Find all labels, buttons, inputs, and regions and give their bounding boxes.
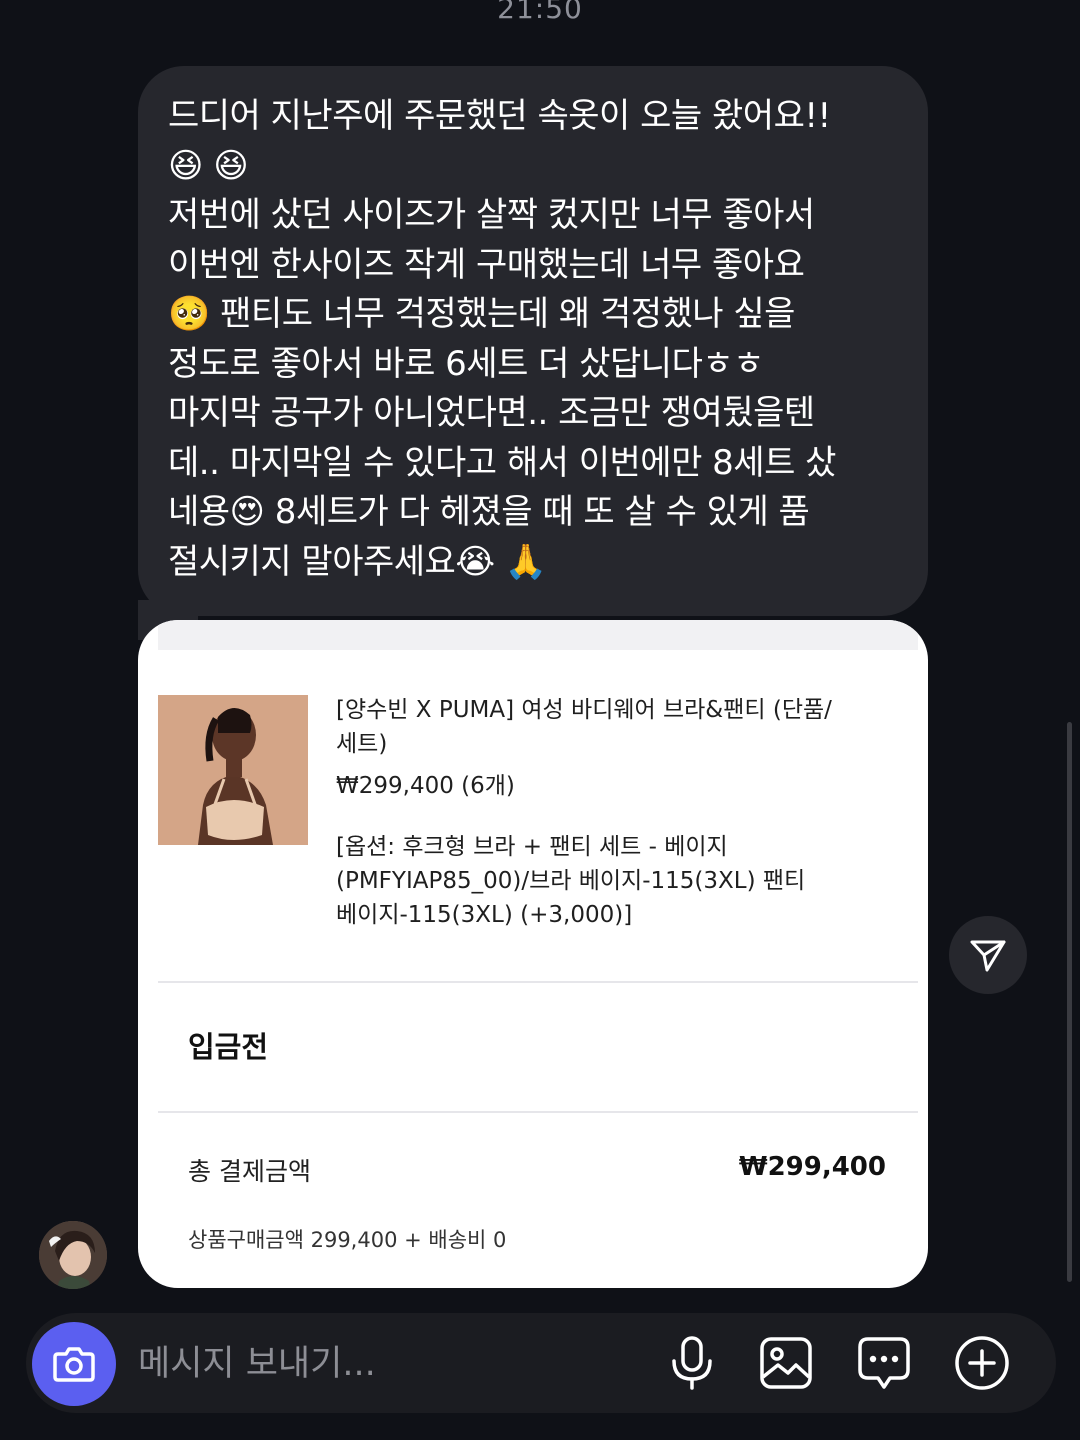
image-icon [760, 1337, 812, 1389]
camera-button[interactable] [32, 1322, 116, 1406]
paper-plane-icon [970, 940, 1006, 972]
avatar[interactable] [39, 1221, 107, 1289]
message-text: 드디어 지난주에 주문했던 속옷이 오늘 왔어요!! 😆 😆 저번에 샀던 사이… [168, 96, 836, 582]
status-time: 21:50 [497, 0, 583, 25]
gallery-button[interactable] [756, 1333, 816, 1393]
sticker-button[interactable] [854, 1333, 914, 1393]
product-price: ₩299,400 (6개) [336, 773, 515, 799]
microphone-button[interactable] [662, 1333, 722, 1393]
order-status: 입금전 [188, 1030, 269, 1064]
share-button[interactable] [949, 916, 1027, 994]
message-input[interactable] [136, 1331, 640, 1397]
microphone-icon [672, 1336, 712, 1390]
message-composer [26, 1313, 1056, 1413]
product-name[interactable]: [양수빈 X PUMA] 여성 바디웨어 브라&팬티 (단품/세트) [336, 693, 836, 761]
price-breakdown: 상품구매금액 299,400 + 배송비 0 [188, 1228, 507, 1252]
product-option: [옵션: 후크형 브라 + 팬티 세트 - 베이지 (PMFYIAP85_00)… [336, 834, 806, 928]
order-card[interactable]: [양수빈 X PUMA] 여성 바디웨어 브라&팬티 (단품/세트) ₩299,… [138, 620, 928, 1288]
chat-bubble-icon [858, 1337, 910, 1389]
add-button[interactable] [952, 1333, 1012, 1393]
divider-top [158, 981, 918, 983]
total-label: 총 결제금액 [188, 1157, 311, 1186]
avatar-photo-icon [39, 1221, 107, 1289]
message-bubble: 드디어 지난주에 주문했던 속옷이 오늘 왔어요!! 😆 😆 저번에 샀던 사이… [138, 66, 928, 616]
plus-circle-icon [955, 1336, 1009, 1390]
product-thumbnail[interactable] [158, 695, 308, 845]
camera-icon [53, 1347, 95, 1382]
product-photo-icon [158, 695, 308, 845]
scrollbar[interactable] [1067, 722, 1072, 1282]
card-topbar [158, 620, 918, 650]
divider-bottom [158, 1111, 918, 1113]
product-info: [양수빈 X PUMA] 여성 바디웨어 브라&팬티 (단품/세트) ₩299,… [336, 693, 836, 932]
total-amount: ₩299,400 [738, 1152, 886, 1182]
